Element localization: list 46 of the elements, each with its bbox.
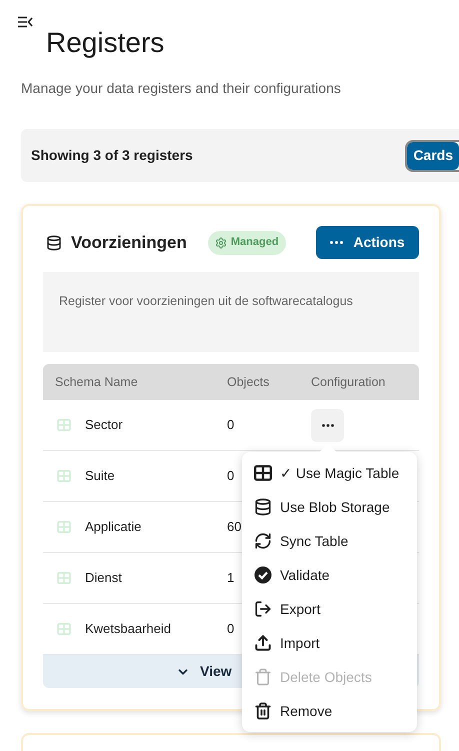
table-icon xyxy=(57,572,71,584)
table-icon xyxy=(254,464,272,482)
view-more-label: View xyxy=(200,662,232,681)
more-icon xyxy=(322,424,334,426)
object-count: 1 xyxy=(227,570,234,586)
object-count: 0 xyxy=(227,417,234,432)
menu-item[interactable]: Export xyxy=(242,592,417,626)
database-icon xyxy=(46,234,62,250)
actions-button[interactable]: Actions xyxy=(316,226,419,259)
object-count: 0 xyxy=(227,468,234,484)
table-icon xyxy=(57,470,71,482)
schema-name: Applicatie xyxy=(85,518,142,536)
column-header: Schema Name xyxy=(55,374,139,391)
managed-badge: Managed xyxy=(208,230,286,254)
schema-name: Sector xyxy=(85,416,124,434)
more-icon xyxy=(330,241,344,244)
schema-name: Suite xyxy=(85,467,116,486)
gear-icon xyxy=(214,236,227,248)
menu-item[interactable]: Sync Table xyxy=(242,524,417,558)
sidebar-toggle-icon[interactable] xyxy=(18,16,33,28)
database-icon xyxy=(254,498,272,516)
object-count: 60 xyxy=(227,519,242,534)
sync-icon xyxy=(254,532,272,550)
object-count: 0 xyxy=(227,621,234,636)
view-toggle[interactable]: Cards xyxy=(407,142,459,170)
page-title: Registers xyxy=(46,26,164,60)
export-icon xyxy=(254,600,272,618)
table-icon xyxy=(57,521,71,533)
schema-name: Dienst xyxy=(85,569,123,588)
schema-name: Kwetsbaarheid xyxy=(85,620,172,638)
trash-icon xyxy=(254,702,272,720)
register-description: Register voor voorzieningen uit de softwarecatalogus xyxy=(59,293,354,310)
menu-item[interactable]: ✓ Use Magic Table xyxy=(242,456,417,490)
menu-item[interactable]: Remove xyxy=(242,694,417,728)
trash-icon xyxy=(254,668,272,686)
check-circle-icon xyxy=(254,566,272,584)
column-header: Objects xyxy=(227,374,270,391)
page-subtitle: Manage your data registers and their configurations xyxy=(21,79,341,98)
menu-item[interactable]: Use Blob Storage xyxy=(242,490,417,524)
table-icon xyxy=(57,419,71,431)
register-count: Showing 3 of 3 registers xyxy=(31,146,193,165)
table-icon xyxy=(57,623,71,635)
column-header: Configuration xyxy=(311,374,386,391)
menu-item[interactable]: Validate xyxy=(242,558,417,592)
register-title: Voorzieningen xyxy=(71,232,187,254)
upload-icon xyxy=(254,634,272,652)
